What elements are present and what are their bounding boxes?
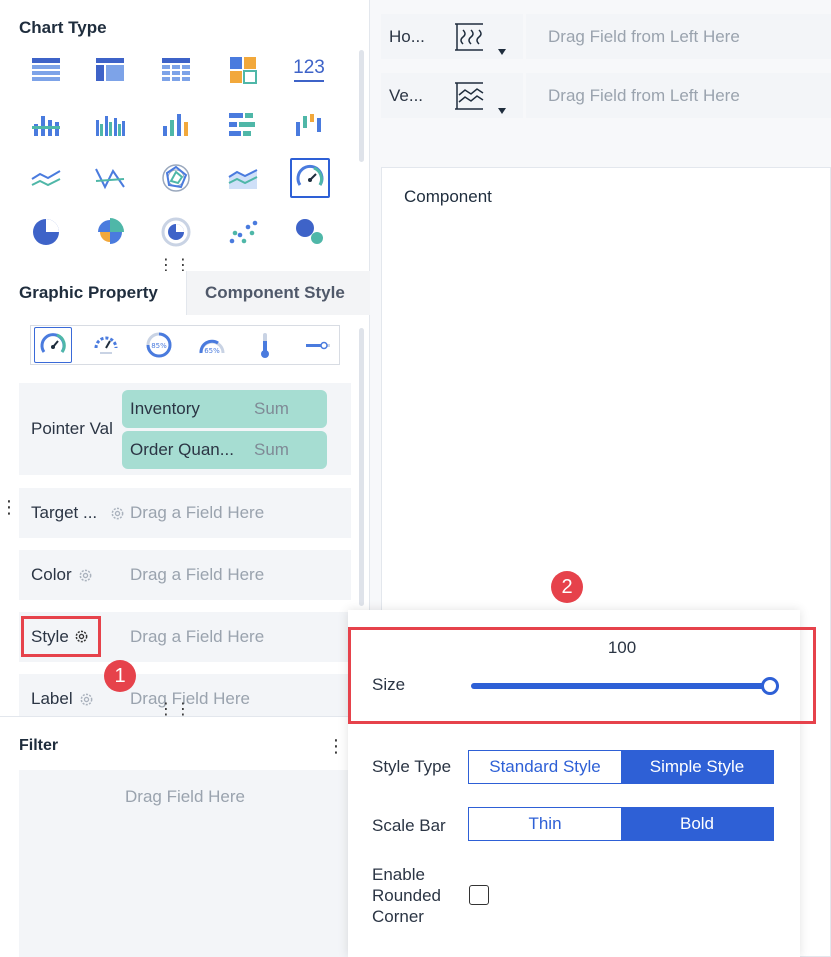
cross-table-icon[interactable] xyxy=(92,52,128,88)
size-slider-knob[interactable] xyxy=(761,677,779,695)
tab-graphic-property[interactable]: Graphic Property xyxy=(0,271,186,315)
vertical-axis-type-icon xyxy=(455,82,484,110)
style-placeholder: Drag a Field Here xyxy=(130,627,265,646)
area-icon[interactable] xyxy=(225,160,261,196)
scale-bar-label: Scale Bar xyxy=(372,816,446,835)
left-panel: Chart Type 123 ⋮⋮ Graphic Property Compo… xyxy=(0,0,370,957)
chart-type-scrollbar[interactable] xyxy=(359,50,364,162)
table-icon[interactable] xyxy=(28,52,64,88)
size-slider[interactable] xyxy=(471,677,779,695)
line-icon[interactable] xyxy=(28,160,64,196)
number-123-icon[interactable]: 123 xyxy=(291,52,327,88)
custom-line-icon[interactable] xyxy=(92,160,128,196)
field-pill-inventory[interactable]: Inventory Sum xyxy=(122,390,327,428)
tab-component-style[interactable]: Component Style xyxy=(186,271,370,315)
scale-bar-thin-button[interactable]: Thin xyxy=(469,808,621,840)
ring-icon[interactable] xyxy=(158,214,194,250)
svg-text:85%: 85% xyxy=(151,342,167,350)
chart-type-title: Chart Type xyxy=(19,18,107,37)
card-icon[interactable] xyxy=(225,52,261,88)
label-gear-icon[interactable] xyxy=(79,692,94,707)
slider-gauge-icon[interactable] xyxy=(299,327,337,363)
target-placeholder: Drag a Field Here xyxy=(130,503,265,522)
filter-menu-icon[interactable]: ⋮ xyxy=(327,736,345,757)
field-pill-order-quantity[interactable]: Order Quan... Sum xyxy=(122,431,327,469)
size-label: Size xyxy=(372,675,406,694)
horizontal-axis-type[interactable] xyxy=(443,14,523,59)
horizontal-axis-type-icon xyxy=(455,23,483,51)
vertical-axis-label: Ve... xyxy=(381,73,443,118)
rose-pie-icon[interactable] xyxy=(92,214,128,250)
target-gear-icon[interactable] xyxy=(110,506,125,521)
scale-bar-toggle: Thin Bold xyxy=(468,807,774,841)
style-label: Style xyxy=(31,627,69,646)
svg-text:65%: 65% xyxy=(204,347,220,355)
color-gear-icon[interactable] xyxy=(78,568,93,583)
canvas-title: Component xyxy=(404,187,492,206)
vertical-axis-type[interactable] xyxy=(443,73,523,118)
style-type-toggle: Standard Style Simple Style xyxy=(468,750,774,784)
scale-bar-bold-button[interactable]: Bold xyxy=(621,808,773,840)
bubble-icon[interactable] xyxy=(291,214,327,250)
gauge-style-3-icon[interactable]: 85% xyxy=(140,327,178,363)
radar-icon[interactable] xyxy=(158,160,194,196)
pointer-value-label: Pointer Val xyxy=(31,419,113,438)
column-icon[interactable] xyxy=(158,107,194,143)
style-gear-icon[interactable] xyxy=(74,629,89,644)
style-type-label: Style Type xyxy=(372,757,452,776)
label-label: Label xyxy=(31,689,73,708)
color-label: Color xyxy=(31,565,72,584)
gauge-style-4-icon[interactable]: 65% xyxy=(193,327,231,363)
vertical-axis-drop[interactable]: Drag Field from Left Here xyxy=(526,73,831,118)
size-highlight-box-outer xyxy=(348,627,816,724)
scatter-icon[interactable] xyxy=(225,214,261,250)
rounded-corner-checkbox[interactable] xyxy=(469,885,489,905)
style-type-standard-button[interactable]: Standard Style xyxy=(469,751,621,783)
rounded-corner-label: Enable Rounded Corner xyxy=(372,865,442,926)
grouped-column-icon[interactable] xyxy=(28,107,64,143)
target-value-label: Target ... xyxy=(31,503,98,522)
gauge-icon[interactable] xyxy=(290,158,330,198)
filter-title: Filter xyxy=(19,737,59,754)
resize-handle-bottom[interactable]: ⋮⋮ xyxy=(158,702,191,718)
bar-icon[interactable] xyxy=(225,107,261,143)
gauge-style-1-icon[interactable] xyxy=(34,327,72,363)
horizontal-axis-label: Ho... xyxy=(381,14,443,59)
size-slider-fill xyxy=(471,683,779,689)
multi-column-icon[interactable] xyxy=(92,107,128,143)
step-badge-2: 2 xyxy=(551,571,583,603)
property-scrollbar[interactable] xyxy=(359,328,364,606)
size-value-text: 100 xyxy=(607,638,637,657)
pie-icon[interactable] xyxy=(28,214,64,250)
horizontal-axis-caret-icon xyxy=(498,49,506,55)
waterfall-icon[interactable] xyxy=(291,107,327,143)
thermometer-gauge-icon[interactable] xyxy=(246,327,284,363)
gauge-type-selector: 85% 65% xyxy=(30,325,340,365)
vertical-axis-caret-icon xyxy=(498,108,506,114)
horizontal-axis-drop[interactable]: Drag Field from Left Here xyxy=(526,14,831,59)
resize-handle-top[interactable]: ⋮⋮ xyxy=(158,258,191,274)
filter-placeholder: Drag Field Here xyxy=(125,787,245,806)
gauge-style-2-icon[interactable] xyxy=(87,327,125,363)
chart-type-grid: 123 xyxy=(28,50,348,260)
color-placeholder: Drag a Field Here xyxy=(130,565,265,584)
step-badge-1: 1 xyxy=(104,660,136,692)
side-drag-handle[interactable]: ⋮ xyxy=(0,497,18,518)
style-type-simple-button[interactable]: Simple Style xyxy=(621,751,773,783)
detail-table-icon[interactable] xyxy=(158,52,194,88)
